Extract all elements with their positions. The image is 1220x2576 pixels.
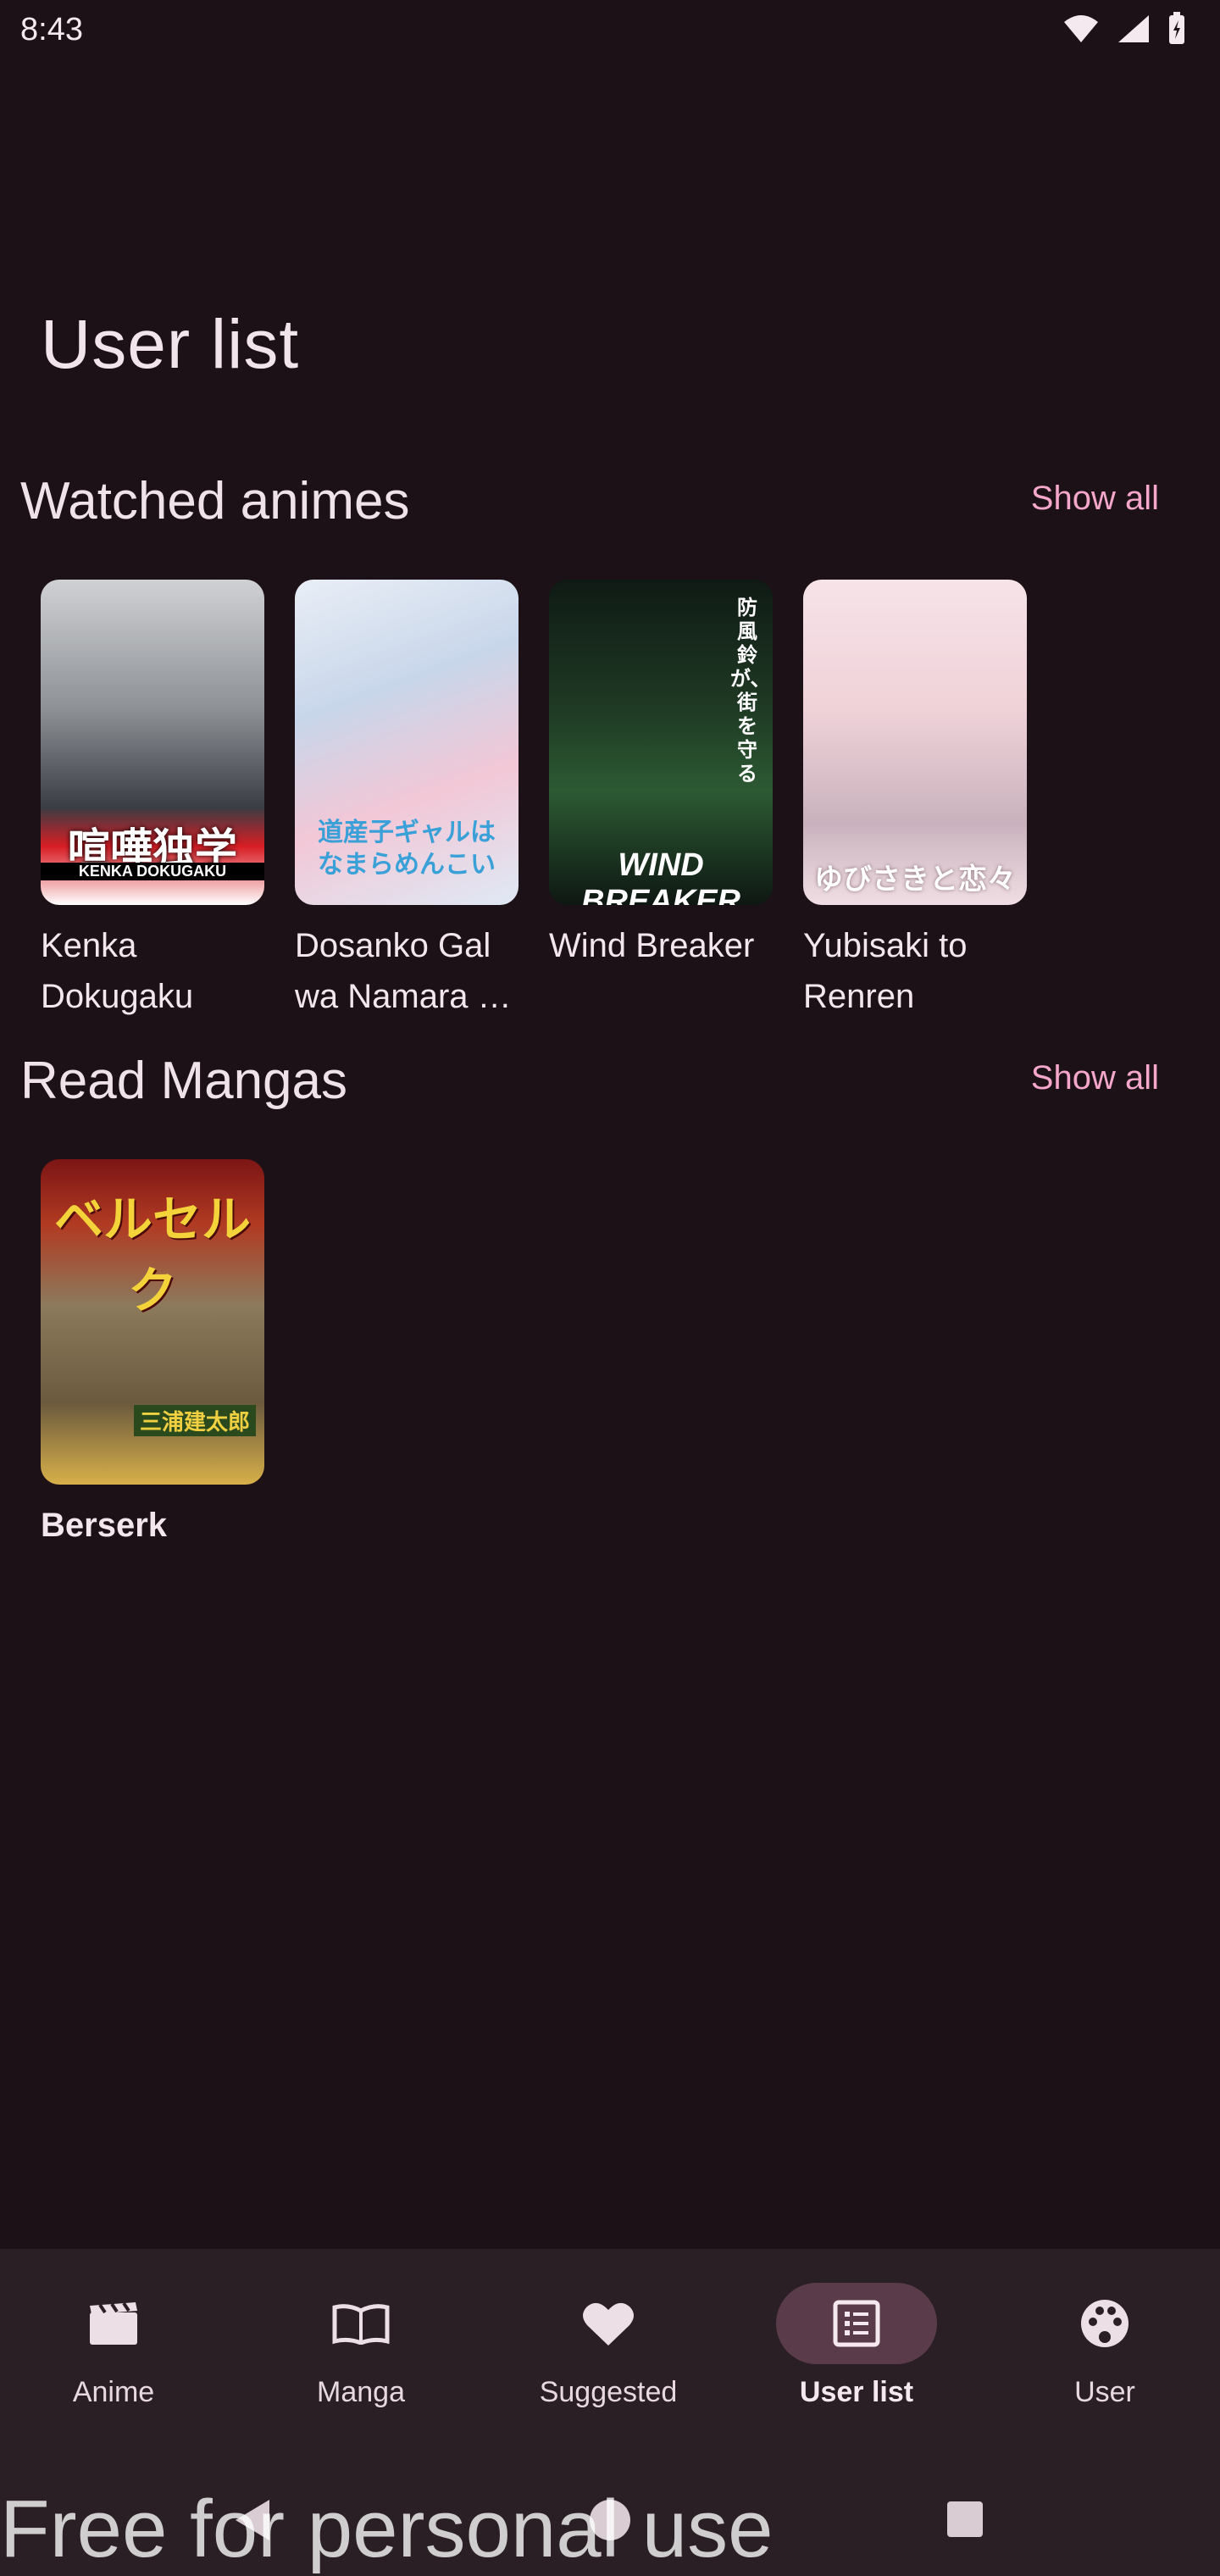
nav-item-user-list[interactable]: User list	[755, 2283, 958, 2409]
list-icon	[833, 2300, 880, 2347]
anime-card[interactable]: 防風鈴が、街を守る WIND BREAKER Wind Breaker	[549, 580, 773, 1022]
nav-label: User	[1074, 2376, 1135, 2408]
cover-subtitle-text: KENKA DOKUGAKU	[41, 863, 264, 880]
nav-item-user[interactable]: User	[1003, 2283, 1206, 2409]
bottom-navigation: Anime Manga Suggested User list User	[0, 2249, 1220, 2469]
anime-cover-image: 防風鈴が、街を守る WIND BREAKER	[549, 580, 773, 905]
manga-card[interactable]: ベルセルク 三浦建太郎 Berserk	[41, 1159, 264, 1551]
nav-item-manga[interactable]: Manga	[259, 2283, 463, 2409]
watched-animes-list: 喧嘩独学 KENKA DOKUGAKU Kenka Dokugaku 道産子ギャ…	[41, 580, 1027, 1022]
section-title-read: Read Mangas	[20, 1052, 348, 1110]
cover-title-text: ゆびさきと恋々	[814, 863, 1016, 896]
cover-subtitle-text: 防風鈴が、街を守る	[730, 597, 771, 786]
watermark-text: Free for personal use	[0, 2484, 774, 2574]
cover-title-text: WIND BREAKER	[581, 847, 740, 905]
wifi-icon	[1064, 15, 1098, 42]
status-icons	[1062, 12, 1186, 46]
palette-icon	[1081, 2300, 1128, 2347]
status-time: 8:43	[20, 12, 83, 47]
nav-item-suggested[interactable]: Suggested	[507, 2283, 710, 2409]
heart-icon	[583, 2302, 634, 2346]
nav-pill	[528, 2283, 689, 2364]
anime-cover-image: 喧嘩独学 KENKA DOKUGAKU	[41, 580, 264, 905]
nav-pill-active	[776, 2283, 937, 2364]
status-bar: 8:43	[0, 0, 1220, 61]
clapperboard-icon	[90, 2301, 137, 2345]
card-title: Berserk	[41, 1507, 168, 1544]
card-title: Wind Breaker	[549, 927, 755, 964]
nav-pill	[1024, 2283, 1185, 2364]
anime-card[interactable]: 道産子ギャルはなまらめんこい Dosanko Gal wa Namara …	[295, 580, 518, 1022]
anime-card[interactable]: 喧嘩独学 KENKA DOKUGAKU Kenka Dokugaku	[41, 580, 264, 1022]
recents-icon[interactable]	[944, 2498, 986, 2540]
show-all-watched-button[interactable]: Show all	[1031, 480, 1159, 518]
nav-item-anime[interactable]: Anime	[12, 2283, 215, 2409]
card-title: Dosanko Gal wa Namara …	[295, 927, 512, 1015]
anime-card[interactable]: ゆびさきと恋々 Yubisaki to Renren	[803, 580, 1027, 1022]
card-title: Kenka Dokugaku	[41, 927, 194, 1015]
card-title: Yubisaki to Renren	[803, 927, 968, 1015]
battery-icon	[1169, 12, 1184, 44]
cover-title-text: ベルセルク	[53, 1192, 251, 1319]
nav-pill	[33, 2283, 194, 2364]
cover-subtitle-text: 三浦建太郎	[134, 1405, 256, 1436]
section-title-watched: Watched animes	[20, 472, 410, 530]
cover-title-text: 道産子ギャルはなまらめんこい	[318, 819, 496, 879]
nav-pill	[280, 2283, 441, 2364]
book-icon	[332, 2304, 390, 2345]
nav-label: Suggested	[539, 2376, 678, 2408]
page-title: User list	[41, 306, 300, 383]
anime-cover-image: ゆびさきと恋々	[803, 580, 1027, 905]
nav-label: Manga	[317, 2376, 405, 2408]
read-mangas-list: ベルセルク 三浦建太郎 Berserk	[41, 1159, 264, 1551]
nav-label: Anime	[72, 2376, 155, 2408]
signal-icon	[1118, 15, 1149, 42]
show-all-read-button[interactable]: Show all	[1031, 1059, 1159, 1097]
watched-animes-header: Watched animes Show all	[20, 471, 1200, 547]
anime-cover-image: 道産子ギャルはなまらめんこい	[295, 580, 518, 905]
nav-label: User list	[799, 2376, 914, 2408]
manga-cover-image: ベルセルク 三浦建太郎	[41, 1159, 264, 1485]
read-mangas-header: Read Mangas Show all	[20, 1051, 1200, 1127]
